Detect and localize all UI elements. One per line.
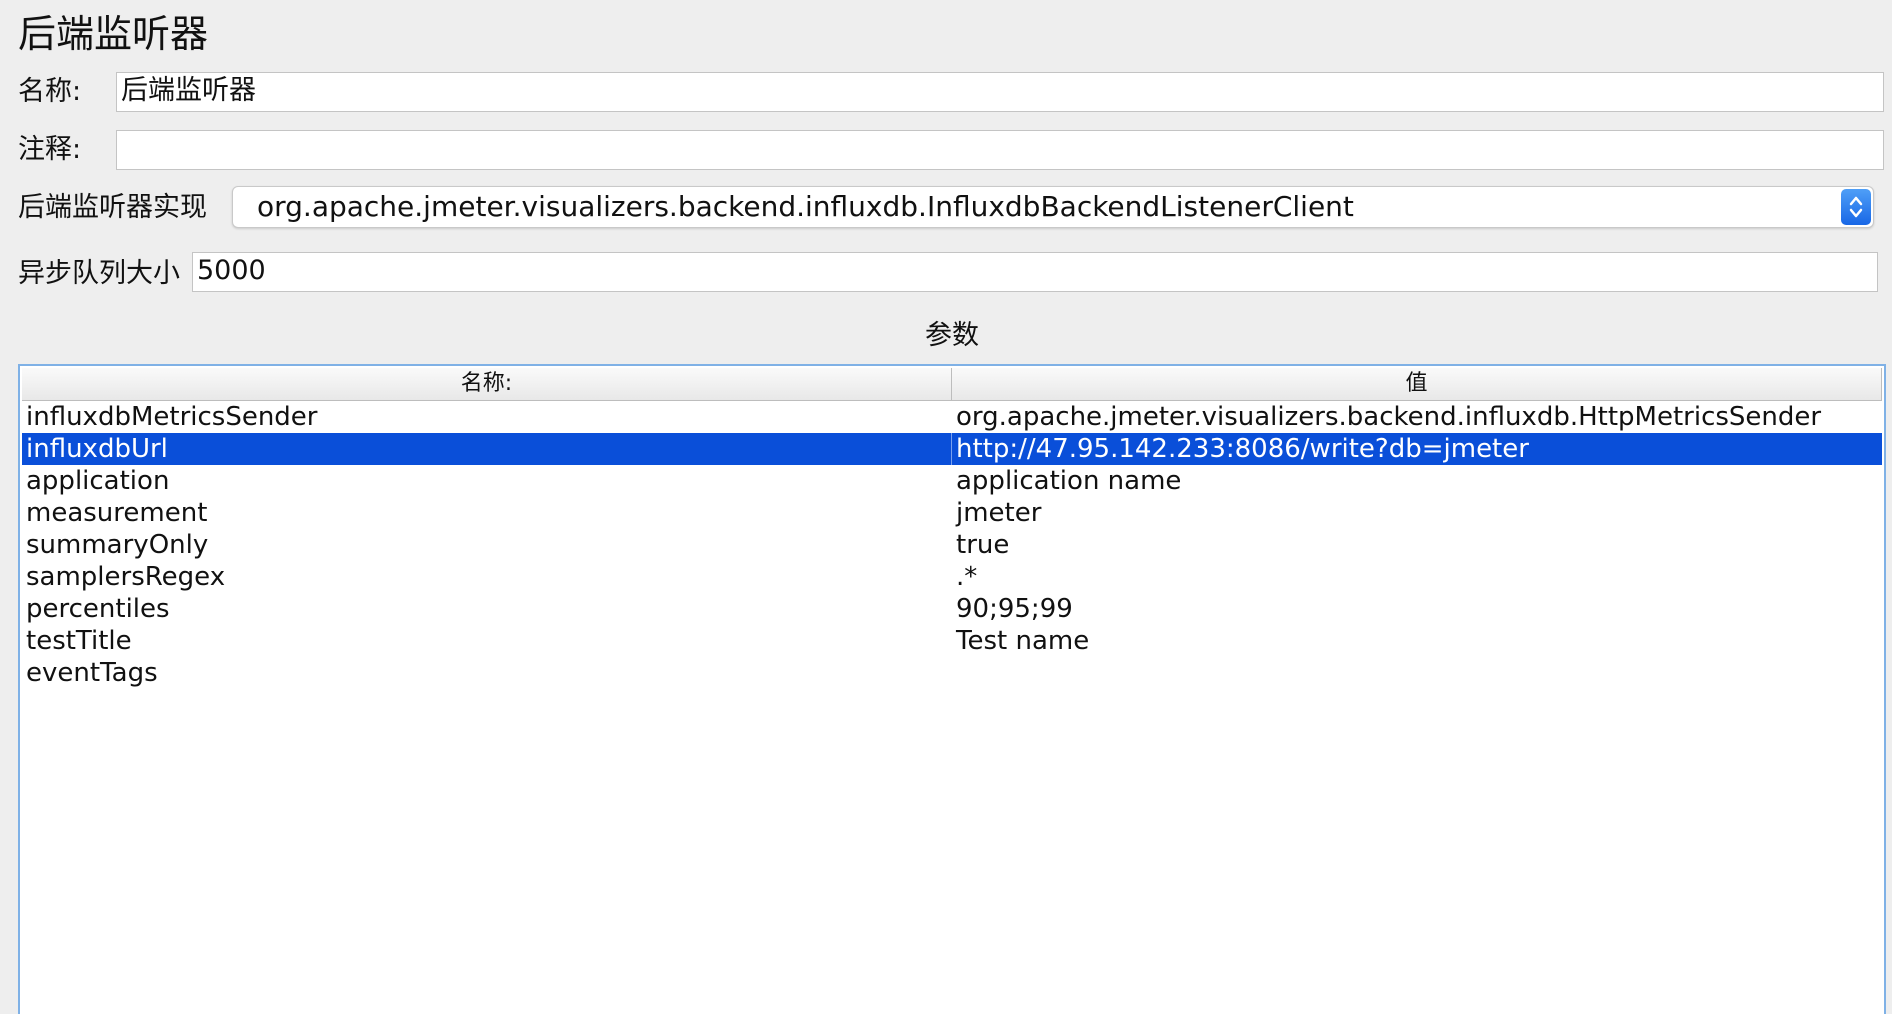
queue-size-label: 异步队列大小 bbox=[18, 258, 180, 289]
name-label: 名称: bbox=[18, 76, 82, 107]
parameter-value-cell[interactable]: application name bbox=[952, 465, 1882, 497]
implementation-select[interactable]: org.apache.jmeter.visualizers.backend.in… bbox=[232, 186, 1874, 228]
parameter-name-cell[interactable]: application bbox=[22, 465, 952, 497]
table-row[interactable]: percentiles 90;95;99 bbox=[22, 593, 1882, 625]
table-row[interactable]: samplersRegex .* bbox=[22, 561, 1882, 593]
comment-input[interactable] bbox=[116, 130, 1884, 170]
comment-label: 注释: bbox=[18, 134, 82, 165]
parameter-value-cell[interactable] bbox=[952, 657, 1882, 689]
chevron-up-down-icon[interactable] bbox=[1841, 189, 1871, 225]
parameter-name-cell[interactable]: measurement bbox=[22, 497, 952, 529]
parameter-value-cell[interactable]: org.apache.jmeter.visualizers.backend.in… bbox=[952, 401, 1882, 433]
table-header: 名称: 值 bbox=[22, 368, 1882, 401]
parameter-value-cell[interactable]: 90;95;99 bbox=[952, 593, 1882, 625]
implementation-label: 后端监听器实现 bbox=[18, 192, 207, 223]
parameter-name-cell[interactable]: influxdbMetricsSender bbox=[22, 401, 952, 433]
parameter-name-cell[interactable]: percentiles bbox=[22, 593, 952, 625]
parameters-title: 参数 bbox=[925, 320, 979, 351]
queue-size-input[interactable]: 5000 bbox=[192, 252, 1878, 292]
parameter-name-cell[interactable]: eventTags bbox=[22, 657, 952, 689]
table-row[interactable]: eventTags bbox=[22, 657, 1882, 689]
implementation-select-value: org.apache.jmeter.visualizers.backend.in… bbox=[257, 190, 1354, 223]
page-title: 后端监听器 bbox=[18, 12, 209, 56]
column-header-name[interactable]: 名称: bbox=[22, 368, 952, 400]
table-row[interactable]: testTitle Test name bbox=[22, 625, 1882, 657]
table-row[interactable]: influxdbMetricsSender org.apache.jmeter.v… bbox=[22, 401, 1882, 433]
parameter-value-cell[interactable]: jmeter bbox=[952, 497, 1882, 529]
parameter-value-cell[interactable]: .* bbox=[952, 561, 1882, 593]
parameter-name-cell[interactable]: testTitle bbox=[22, 625, 952, 657]
parameter-value-cell[interactable]: true bbox=[952, 529, 1882, 561]
column-header-value[interactable]: 值 bbox=[952, 368, 1882, 400]
table-row[interactable]: influxdbUrl http://47.95.142.233:8086/wri… bbox=[22, 433, 1882, 465]
table-body: influxdbMetricsSender org.apache.jmeter.v… bbox=[22, 401, 1882, 689]
parameter-name-cell[interactable]: summaryOnly bbox=[22, 529, 952, 561]
table-row[interactable]: application application name bbox=[22, 465, 1882, 497]
name-input[interactable]: 后端监听器 bbox=[116, 72, 1884, 112]
parameter-value-cell[interactable]: http://47.95.142.233:8086/write?db=jmete… bbox=[952, 433, 1882, 465]
table-row[interactable]: summaryOnly true bbox=[22, 529, 1882, 561]
backend-listener-panel: 后端监听器 名称: 后端监听器 注释: 后端监听器实现 org.apache.j… bbox=[0, 0, 1892, 1014]
parameter-name-cell[interactable]: influxdbUrl bbox=[22, 433, 952, 465]
parameter-name-cell[interactable]: samplersRegex bbox=[22, 561, 952, 593]
parameters-table: 名称: 值 influxdbMetricsSender org.apache.jm… bbox=[18, 364, 1886, 1014]
parameter-value-cell[interactable]: Test name bbox=[952, 625, 1882, 657]
table-row[interactable]: measurement jmeter bbox=[22, 497, 1882, 529]
